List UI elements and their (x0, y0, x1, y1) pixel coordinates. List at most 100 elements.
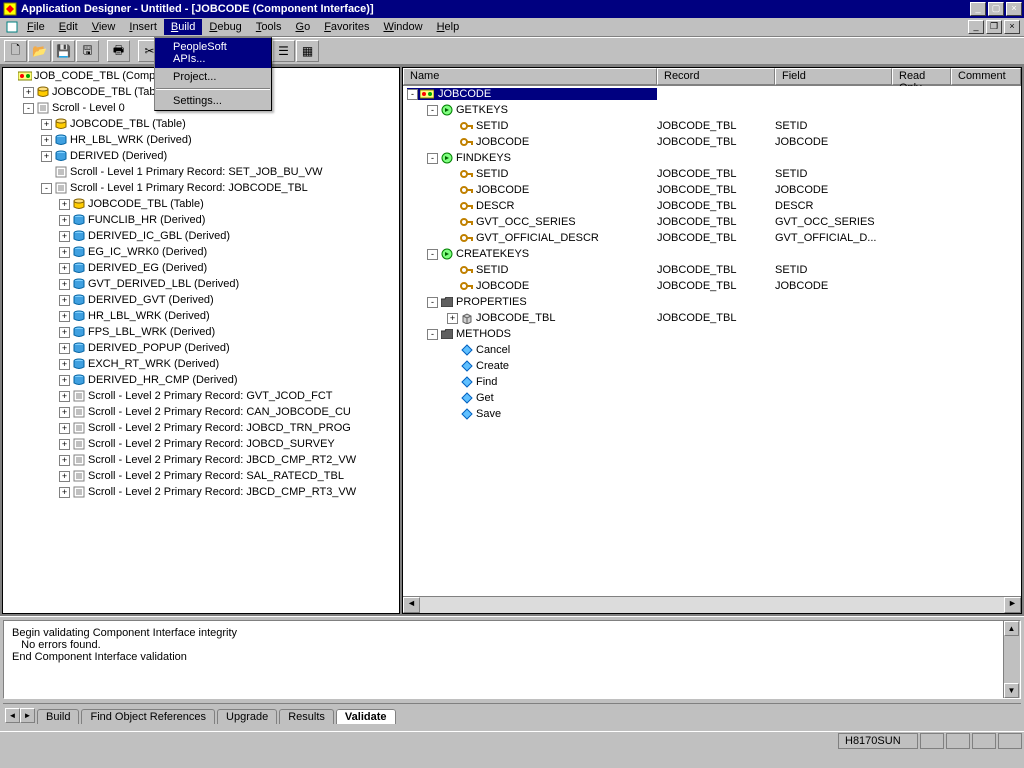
ci-tree-item[interactable]: SETIDJOBCODE_TBLSETID (403, 166, 1021, 182)
expand-icon[interactable]: + (59, 487, 70, 498)
ci-tree-item[interactable]: GVT_OCC_SERIESJOBCODE_TBLGVT_OCC_SERIES (403, 214, 1021, 230)
tree-item[interactable]: +Scroll - Level 2 Primary Record: JBCD_C… (3, 452, 399, 468)
save-all-button[interactable]: 🖫 (76, 40, 99, 62)
expand-icon[interactable]: + (59, 391, 70, 402)
ci-tree-item[interactable]: JOBCODEJOBCODE_TBLJOBCODE (403, 182, 1021, 198)
tree-item[interactable]: +HR_LBL_WRK (Derived) (3, 132, 399, 148)
menu-edit[interactable]: Edit (52, 19, 85, 35)
open-button[interactable]: 📂 (28, 40, 51, 62)
output-tab-upgrade[interactable]: Upgrade (217, 709, 277, 724)
expand-icon[interactable]: + (59, 279, 70, 290)
tree-item[interactable]: +Scroll - Level 2 Primary Record: JBCD_C… (3, 484, 399, 500)
ci-tree-item[interactable]: Get (403, 390, 1021, 406)
ci-tree-item[interactable]: Create (403, 358, 1021, 374)
tree-item[interactable]: Scroll - Level 1 Primary Record: SET_JOB… (3, 164, 399, 180)
expand-icon[interactable]: + (59, 359, 70, 370)
expand-icon[interactable]: + (59, 327, 70, 338)
ci-tree-item[interactable]: JOBCODEJOBCODE_TBLJOBCODE (403, 134, 1021, 150)
tree-item[interactable]: +FPS_LBL_WRK (Derived) (3, 324, 399, 340)
menu-project[interactable]: Project... (155, 68, 271, 86)
collapse-icon[interactable]: - (407, 89, 418, 100)
component-tree-pane[interactable]: JOB_CODE_TBL (Component Interface)+JOBCO… (2, 67, 400, 614)
ci-tree-item[interactable]: Cancel (403, 342, 1021, 358)
ci-tree-item[interactable]: JOBCODEJOBCODE_TBLJOBCODE (403, 278, 1021, 294)
ci-tree-item[interactable]: -METHODS (403, 326, 1021, 342)
expand-icon[interactable]: + (59, 215, 70, 226)
list-view-button[interactable]: ☰ (272, 40, 295, 62)
expand-icon[interactable]: + (59, 471, 70, 482)
output-tab-find-object-references[interactable]: Find Object References (81, 709, 215, 724)
expand-icon[interactable]: + (59, 407, 70, 418)
expand-icon[interactable]: + (41, 119, 52, 130)
collapse-icon[interactable]: - (427, 297, 438, 308)
expand-icon[interactable]: + (59, 199, 70, 210)
expand-icon[interactable]: + (59, 375, 70, 386)
expand-icon[interactable]: + (59, 455, 70, 466)
collapse-icon[interactable]: - (41, 183, 52, 194)
tree-item[interactable]: +EXCH_RT_WRK (Derived) (3, 356, 399, 372)
new-button[interactable]: 🗋 (4, 40, 27, 62)
scroll-down-icon[interactable]: ▼ (1004, 683, 1019, 698)
collapse-icon[interactable]: - (427, 249, 438, 260)
ci-tree-item[interactable]: Find (403, 374, 1021, 390)
doc-close-button[interactable]: × (1004, 20, 1020, 34)
tree-item[interactable]: +Scroll - Level 2 Primary Record: GVT_JC… (3, 388, 399, 404)
menu-favorites[interactable]: Favorites (317, 19, 376, 35)
doc-restore-button[interactable]: ❐ (986, 20, 1002, 34)
menu-help[interactable]: Help (430, 19, 467, 35)
tree-item[interactable]: +JOBCODE_TBL (Table) (3, 196, 399, 212)
output-tab-build[interactable]: Build (37, 709, 79, 724)
expand-icon[interactable]: + (41, 151, 52, 162)
vertical-scrollbar[interactable]: ▲ ▼ (1003, 621, 1020, 698)
col-record[interactable]: Record (657, 68, 775, 85)
output-tab-results[interactable]: Results (279, 709, 334, 724)
tree-item[interactable]: +FUNCLIB_HR (Derived) (3, 212, 399, 228)
ci-tree-item[interactable]: DESCRJOBCODE_TBLDESCR (403, 198, 1021, 214)
tool-button[interactable]: ▦ (296, 40, 319, 62)
col-field[interactable]: Field (775, 68, 892, 85)
expand-icon[interactable]: + (59, 247, 70, 258)
tree-item[interactable]: +DERIVED_HR_CMP (Derived) (3, 372, 399, 388)
expand-icon[interactable]: + (41, 135, 52, 146)
expand-icon[interactable]: + (59, 439, 70, 450)
expand-icon[interactable]: + (59, 423, 70, 434)
ci-tree-item[interactable]: -JOBCODE (403, 86, 1021, 102)
col-name[interactable]: Name (403, 68, 657, 85)
ci-tree-item[interactable]: -CREATEKEYS (403, 246, 1021, 262)
menu-build[interactable]: Build (164, 19, 202, 35)
horizontal-scrollbar[interactable]: ◄ ► (403, 596, 1021, 613)
ci-tree-item[interactable]: +JOBCODE_TBLJOBCODE_TBL (403, 310, 1021, 326)
collapse-icon[interactable]: - (427, 153, 438, 164)
tree-item[interactable]: +EG_IC_WRK0 (Derived) (3, 244, 399, 260)
scroll-right-icon[interactable]: ► (1004, 597, 1021, 613)
tree-item[interactable]: +DERIVED (Derived) (3, 148, 399, 164)
menu-peoplesoft-apis[interactable]: PeopleSoft APIs... (155, 38, 271, 68)
tree-item[interactable]: +Scroll - Level 2 Primary Record: CAN_JO… (3, 404, 399, 420)
ci-tree-item[interactable]: SETIDJOBCODE_TBLSETID (403, 262, 1021, 278)
tree-item[interactable]: +Scroll - Level 2 Primary Record: JOBCD_… (3, 420, 399, 436)
tree-item[interactable]: +HR_LBL_WRK (Derived) (3, 308, 399, 324)
tree-item[interactable]: +JOBCODE_TBL (Table) (3, 116, 399, 132)
collapse-icon[interactable]: - (427, 105, 438, 116)
ci-tree-item[interactable]: -FINDKEYS (403, 150, 1021, 166)
ci-tree-item[interactable]: -PROPERTIES (403, 294, 1021, 310)
menu-debug[interactable]: Debug (202, 19, 248, 35)
menu-file[interactable]: File (20, 19, 52, 35)
tab-scroll-right[interactable]: ► (20, 708, 35, 723)
expand-icon[interactable]: + (447, 313, 458, 324)
expand-icon[interactable]: + (59, 231, 70, 242)
ci-tree-item[interactable]: SETIDJOBCODE_TBLSETID (403, 118, 1021, 134)
menu-window[interactable]: Window (376, 19, 429, 35)
minimize-button[interactable]: _ (970, 2, 986, 16)
ci-tree-body[interactable]: -JOBCODE-GETKEYSSETIDJOBCODE_TBLSETIDJOB… (403, 86, 1021, 596)
save-button[interactable]: 💾 (52, 40, 75, 62)
expand-icon[interactable]: + (59, 343, 70, 354)
output-text-area[interactable]: Begin validating Component Interface int… (3, 620, 1021, 699)
maximize-button[interactable]: ▢ (988, 2, 1004, 16)
scroll-up-icon[interactable]: ▲ (1004, 621, 1019, 636)
ci-tree-item[interactable]: Save (403, 406, 1021, 422)
tree-item[interactable]: +GVT_DERIVED_LBL (Derived) (3, 276, 399, 292)
collapse-icon[interactable]: - (427, 329, 438, 340)
tab-scroll-left[interactable]: ◄ (5, 708, 20, 723)
tree-item[interactable]: +DERIVED_EG (Derived) (3, 260, 399, 276)
